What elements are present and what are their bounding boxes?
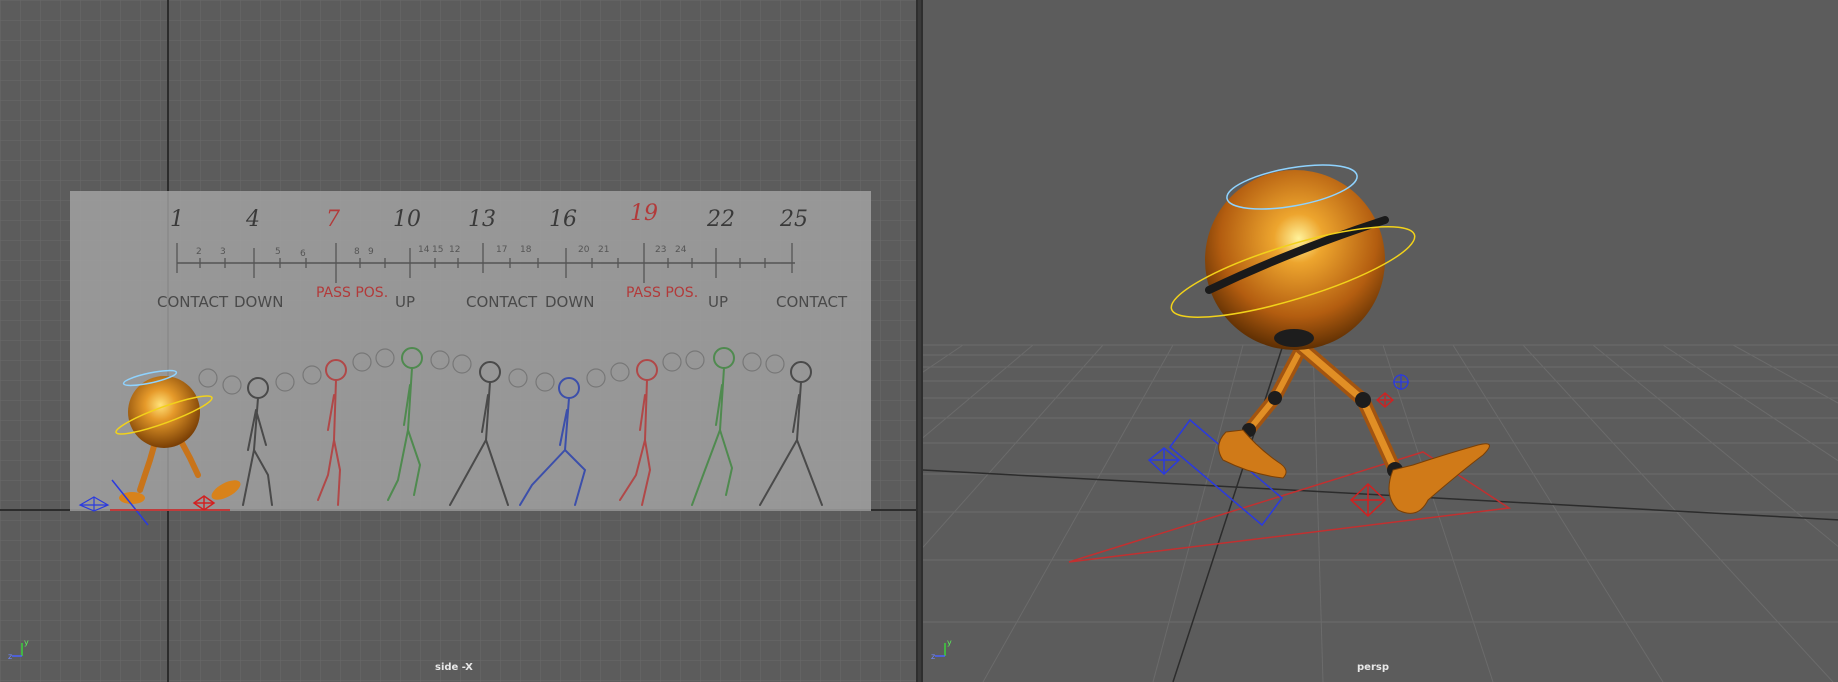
svg-text:5: 5 xyxy=(275,247,281,257)
frame-number: 7 xyxy=(326,207,340,232)
svg-text:24: 24 xyxy=(675,245,687,255)
side-viewport-label: side -X xyxy=(435,662,473,673)
axis-z-label: z xyxy=(931,652,935,660)
pose-label: CONTACT xyxy=(157,293,229,311)
persp-hip-joint xyxy=(1274,329,1314,347)
frame-number: 16 xyxy=(549,207,577,232)
persp-character-body[interactable] xyxy=(1205,170,1385,350)
pose-label: CONTACT xyxy=(776,293,848,311)
svg-text:3: 3 xyxy=(220,247,226,257)
svg-text:8: 8 xyxy=(354,247,360,257)
pose-label: UP xyxy=(708,293,728,311)
side-viewport-canvas[interactable]: 1 4 7 10 13 16 19 22 25 2 3 5 6 8 9 14 1… xyxy=(0,0,918,682)
side-axis-gizmo: y z xyxy=(8,638,29,660)
axis-y-label: y xyxy=(24,638,29,647)
pose-label: CONTACT xyxy=(466,293,538,311)
svg-text:15: 15 xyxy=(432,245,443,255)
pose-label: DOWN xyxy=(545,293,594,311)
svg-text:20: 20 xyxy=(578,245,590,255)
knee-joint xyxy=(1355,392,1371,408)
svg-text:17: 17 xyxy=(496,245,507,255)
svg-text:14: 14 xyxy=(418,245,430,255)
persp-axis-gizmo: y z xyxy=(931,638,952,660)
frame-number: 10 xyxy=(393,207,421,232)
pose-label: UP xyxy=(395,293,415,311)
frame-number: 4 xyxy=(245,207,260,232)
axis-y-label: y xyxy=(947,638,952,647)
frame-number: 25 xyxy=(779,207,808,232)
frame-number: 22 xyxy=(706,207,735,232)
knee-joint xyxy=(1268,391,1282,405)
persp-grid-axis-z xyxy=(1172,344,1284,682)
persp-locator-blue[interactable] xyxy=(1147,447,1181,476)
persp-viewport-canvas[interactable] xyxy=(923,0,1838,682)
side-character-body[interactable] xyxy=(128,376,200,448)
persp-viewport-label: persp xyxy=(1357,662,1389,673)
svg-text:6: 6 xyxy=(300,249,306,259)
pose-label: PASS POS. xyxy=(316,285,388,301)
persp-grid xyxy=(923,344,1838,682)
side-viewport[interactable]: 1 4 7 10 13 16 19 22 25 2 3 5 6 8 9 14 1… xyxy=(0,0,918,682)
persp-pole-vector-blue[interactable] xyxy=(1393,374,1409,390)
svg-text:12: 12 xyxy=(449,245,460,255)
svg-text:18: 18 xyxy=(520,245,532,255)
pose-label: PASS POS. xyxy=(626,285,698,301)
persp-right-foot[interactable] xyxy=(1388,443,1490,514)
frame-number: 13 xyxy=(468,207,496,232)
svg-text:2: 2 xyxy=(196,247,202,257)
pose-label: DOWN xyxy=(234,293,283,311)
axis-z-label: z xyxy=(8,652,12,660)
persp-locator-red[interactable] xyxy=(1349,482,1387,518)
svg-text:23: 23 xyxy=(655,245,666,255)
svg-text:21: 21 xyxy=(598,245,609,255)
persp-pole-vector-red[interactable] xyxy=(1376,392,1394,408)
svg-text:9: 9 xyxy=(368,247,374,257)
frame-number: 1 xyxy=(170,207,184,232)
frame-number: 19 xyxy=(630,201,658,226)
persp-viewport[interactable]: y z persp xyxy=(921,0,1838,682)
